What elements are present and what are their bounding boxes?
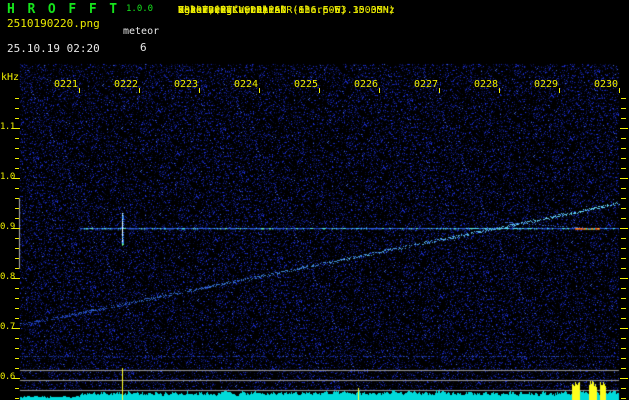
hrofft-window: H R O F F T 1.0.0 2510190220.png meteor …	[0, 0, 629, 400]
file-name: 2510190220.png	[7, 17, 100, 30]
datetime-label: 25.10.19 02:20	[7, 42, 100, 55]
meteor-count-badge: 6	[140, 41, 147, 54]
app-title: H R O F F T	[7, 2, 120, 17]
mode-label: meteor	[123, 26, 160, 37]
app-version: 1.0.0	[126, 4, 154, 14]
spectrogram-canvas	[0, 60, 629, 400]
info-value: 2el-HB9CV Vertical (el. E-W)	[178, 5, 347, 16]
